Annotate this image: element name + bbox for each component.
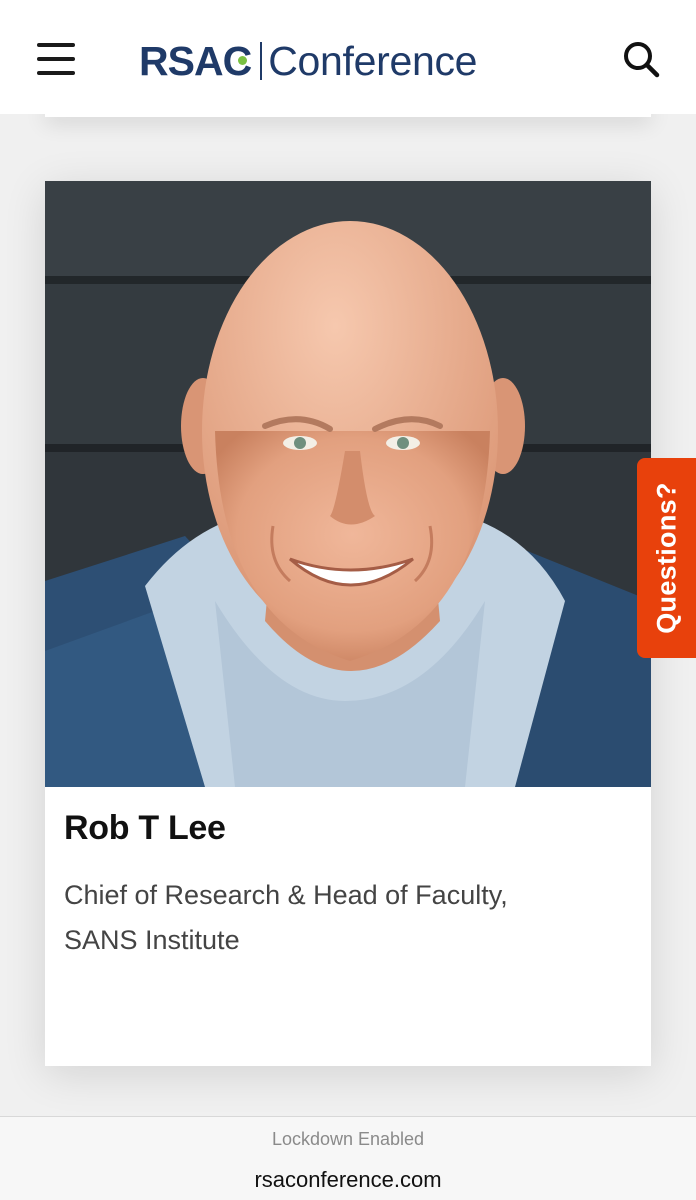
questions-tab-button[interactable]: Questions? [637, 458, 696, 658]
speaker-photo [45, 181, 651, 787]
address-bar-url[interactable]: rsaconference.com [0, 1167, 696, 1193]
search-icon[interactable] [622, 40, 660, 78]
logo-c-letter: C [222, 38, 253, 84]
logo-divider [260, 42, 263, 80]
logo-c-mark: C [222, 38, 253, 84]
lockdown-status: Lockdown Enabled [271, 1129, 425, 1149]
site-header: RSA C Conference [0, 0, 696, 114]
logo-conference-text: Conference [268, 38, 478, 84]
logo-green-dot [237, 56, 247, 65]
menu-bar-top [37, 43, 75, 47]
browser-bottom-bar: Lockdown Enabled rsaconference.com [0, 1116, 696, 1200]
menu-bar-bottom [37, 71, 75, 75]
speaker-card[interactable]: Rob T Lee Chief of Research & Head of Fa… [45, 181, 651, 1066]
menu-bar-middle [37, 57, 75, 61]
speaker-title: Chief of Research & Head of Faculty, SAN… [64, 880, 508, 955]
hamburger-menu-icon[interactable] [37, 43, 75, 75]
logo-rsa-text: RSA [139, 38, 224, 84]
rsac-conference-logo[interactable]: RSA C Conference [139, 38, 477, 84]
speaker-name[interactable]: Rob T Lee [64, 809, 226, 848]
questions-tab-label: Questions? [651, 482, 682, 634]
